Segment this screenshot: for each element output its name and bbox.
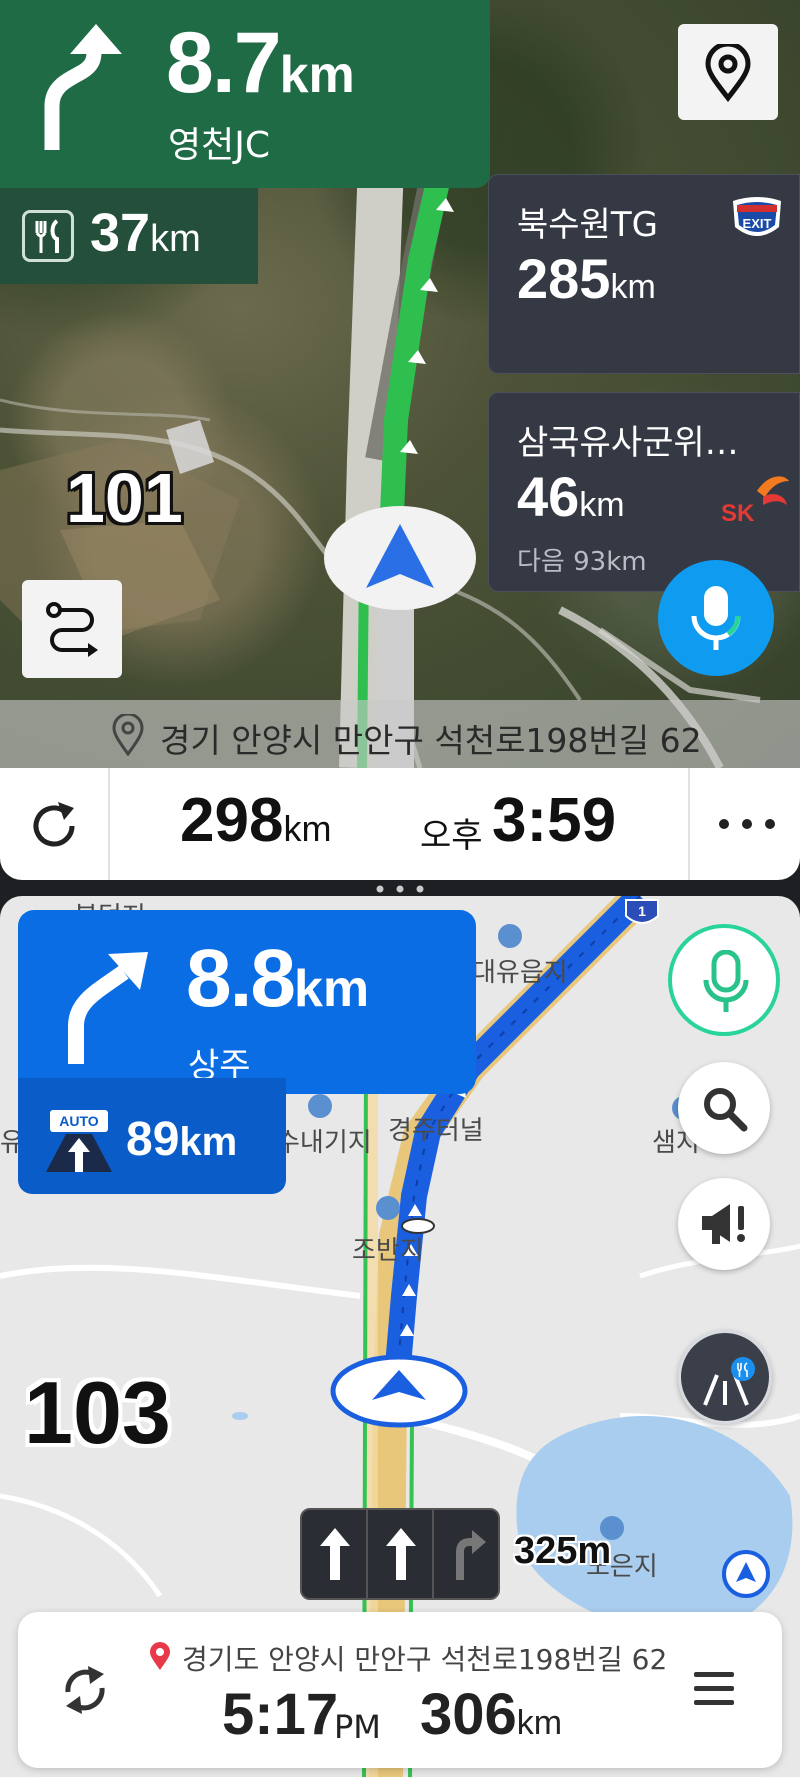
eta-time: 5:17	[222, 1682, 339, 1747]
reroute-button[interactable]	[26, 798, 82, 858]
sk-logo-icon: SK	[721, 476, 789, 527]
gas-station-name: 삼국유사군위…	[517, 423, 739, 463]
current-address-bar: 경기 안양시 만안구 석천로198번길 62	[0, 700, 800, 768]
next-turn-card[interactable]: 8.7km 영천JC	[0, 0, 490, 188]
destination-address: 경기도 안양시 만안구 석천로198번길 62	[182, 1643, 668, 1676]
bottom-trip-bar: 경기도 안양시 만안구 석천로198번길 62 5:17 PM 306km	[18, 1612, 782, 1768]
turn-distance: 8.7km	[166, 15, 355, 111]
remaining-distance: 306km	[420, 1682, 563, 1747]
svg-text:AUTO: AUTO	[59, 1113, 99, 1129]
lane-straight	[302, 1510, 368, 1598]
menu-icon[interactable]	[692, 1670, 736, 1708]
map-label: 대유읍지	[472, 958, 568, 988]
split-view-handle[interactable]	[372, 884, 428, 894]
map-label: 경주터널	[388, 1116, 484, 1146]
turn-destination: 영천JC	[168, 125, 270, 166]
map-label: 조반지	[352, 1236, 424, 1266]
turn-distance: 8.8km	[186, 933, 370, 1024]
map-label: 수내기지	[276, 1128, 372, 1158]
voice-search-button[interactable]	[658, 560, 774, 676]
lane-straight	[368, 1510, 434, 1598]
megaphone-icon	[702, 1204, 745, 1244]
next-turn-card-blue[interactable]: 8.8km 상주	[18, 910, 476, 1094]
voice-search-button-bottom[interactable]	[668, 924, 780, 1036]
search-icon	[704, 1088, 748, 1132]
straight-arrow-icon	[386, 1528, 416, 1580]
rest-area-distance: 37km	[90, 203, 201, 263]
gas-station-card[interactable]: 삼국유사군위… 46km SK 다음 93km	[488, 392, 800, 592]
straight-arrow-icon	[320, 1528, 350, 1580]
report-button[interactable]	[678, 1178, 770, 1270]
eta-ampm: PM	[334, 1708, 381, 1746]
restaurant-icon	[22, 210, 74, 262]
road-number-103: 103	[24, 1363, 171, 1462]
tollgate-distance: 285km	[517, 247, 656, 310]
divider	[688, 768, 690, 880]
map-pin-button[interactable]	[678, 24, 778, 120]
satellite-map[interactable]: 8.7km 영천JC 37km 북수원TG EXIT 285km 삼국유사군위……	[0, 0, 800, 768]
rest-area-card[interactable]: 37km	[0, 188, 258, 284]
right-turn-arrow-icon	[456, 1530, 486, 1580]
next-gas-station: 다음 93km	[517, 547, 647, 577]
microphone-icon	[691, 586, 741, 650]
trip-summary-bar: 298km 오후 3:59	[0, 768, 800, 880]
refresh-icon	[33, 802, 75, 847]
rest-area-list-button[interactable]	[678, 1330, 772, 1424]
remaining-distance: 298km	[180, 786, 332, 855]
lane-guidance-distance: 325m	[514, 1530, 612, 1572]
hipass-card[interactable]: AUTO 89km	[18, 1078, 286, 1194]
eta-time: 3:59	[492, 786, 617, 855]
map-pin-icon	[705, 44, 751, 102]
route-options-button[interactable]	[22, 580, 122, 678]
auto-hipass-icon: AUTO	[46, 1110, 112, 1172]
tollgate-card[interactable]: 북수원TG EXIT 285km	[488, 174, 800, 374]
more-options-icon[interactable]	[712, 814, 782, 834]
turn-right-arrow-icon	[68, 952, 148, 1064]
svg-text:1: 1	[638, 903, 646, 919]
current-location-marker-icon	[324, 506, 476, 610]
sync-icon	[65, 1666, 105, 1714]
current-address: 경기 안양시 만안구 석천로198번길 62	[160, 721, 702, 760]
sync-button[interactable]	[60, 1662, 110, 1722]
app-screen: 8.7km 영천JC 37km 북수원TG EXIT 285km 삼국유사군위……	[0, 0, 800, 1777]
divider	[108, 768, 110, 880]
exit-badge-icon: EXIT	[733, 197, 781, 236]
hipass-distance: 89km	[126, 1113, 238, 1166]
lane-guidance	[300, 1508, 500, 1600]
eta-ampm: 오후	[420, 816, 483, 856]
current-location-marker-icon	[330, 1354, 468, 1428]
route-icon	[46, 602, 98, 657]
vector-map[interactable]: 1 봉덕지 대유읍지 수내기지 경주터널 조반지 샘지 유지 노은지	[0, 896, 800, 1777]
rest-area-icon	[703, 1357, 755, 1406]
svg-text:SK: SK	[721, 500, 755, 527]
destination-pin-icon	[150, 1642, 170, 1670]
svg-text:EXIT: EXIT	[743, 216, 772, 231]
microphone-icon	[703, 950, 749, 1012]
keep-right-arrow-icon	[44, 24, 122, 150]
search-button[interactable]	[678, 1062, 770, 1154]
gas-station-distance: 46km	[517, 465, 625, 528]
location-pin-icon	[112, 714, 144, 756]
road-number-101: 101	[66, 459, 183, 537]
lane-right-turn	[434, 1510, 500, 1598]
